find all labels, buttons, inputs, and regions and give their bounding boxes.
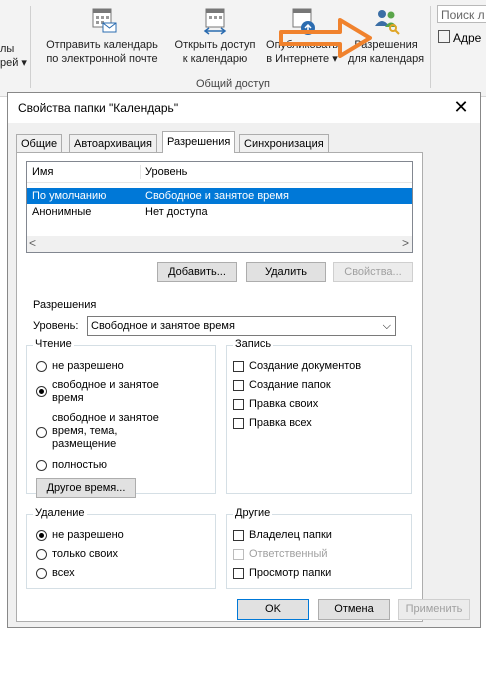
permissions-group-title: Разрешения bbox=[33, 299, 97, 311]
other-group: Другие Владелец папки Ответственный Прос… bbox=[226, 507, 412, 589]
read-full-radio[interactable] bbox=[36, 460, 47, 471]
tab-sync[interactable]: Синхронизация bbox=[239, 134, 329, 152]
folder-contact-checkbox bbox=[233, 549, 244, 560]
apply-button[interactable]: Применить bbox=[398, 599, 470, 620]
read-details-radio[interactable] bbox=[36, 427, 47, 438]
edit-all-checkbox[interactable] bbox=[233, 418, 244, 429]
delete-all-radio[interactable] bbox=[36, 568, 47, 579]
header-divider bbox=[140, 165, 141, 179]
orange-arrow-icon bbox=[279, 18, 372, 58]
permissions-panel: Имя Уровень По умолчанию Свободное и зан… bbox=[16, 152, 423, 622]
address-book-button[interactable]: Адре bbox=[438, 30, 481, 45]
list-item[interactable]: Анонимные Нет доступа bbox=[27, 204, 412, 220]
ribbon-partial-button[interactable]: лы рей ▾ bbox=[0, 42, 27, 70]
create-items-label[interactable]: Создание документов bbox=[249, 360, 361, 373]
list-item-name: По умолчанию bbox=[32, 190, 107, 202]
level-select[interactable]: Свободное и занятое время ⌵ bbox=[87, 316, 396, 336]
delete-own-radio[interactable] bbox=[36, 549, 47, 560]
ribbon-group-label: Общий доступ bbox=[196, 78, 270, 90]
delete-all-label[interactable]: всех bbox=[52, 567, 75, 580]
open-shared-label: Открыть доступ к календарю bbox=[174, 39, 256, 65]
ribbon: лы рей ▾ Отправить календарь по электрон… bbox=[0, 0, 486, 97]
horizontal-scrollbar[interactable]: < > bbox=[27, 236, 412, 252]
edit-own-label[interactable]: Правка своих bbox=[249, 398, 318, 411]
delete-none-radio[interactable] bbox=[36, 530, 47, 541]
properties-button[interactable]: Свойства... bbox=[333, 262, 413, 282]
read-none-label[interactable]: не разрешено bbox=[52, 360, 124, 373]
calendar-mail-icon bbox=[86, 6, 118, 36]
folder-properties-dialog: Свойства папки "Календарь" ✕ Общие Автоа… bbox=[7, 92, 481, 628]
open-shared-calendar-button[interactable]: Открыть доступ к календарю bbox=[168, 6, 262, 66]
read-group: Чтение не разрешено свободное и занятое … bbox=[26, 338, 216, 498]
chevron-down-icon: ⌵ bbox=[382, 320, 391, 332]
search-input[interactable]: Поиск л bbox=[437, 5, 486, 23]
share-calendar-icon bbox=[199, 6, 231, 36]
scroll-right-icon[interactable]: > bbox=[402, 236, 409, 250]
ribbon-separator bbox=[30, 6, 31, 88]
header-underline bbox=[27, 182, 412, 183]
delete-group-title: Удаление bbox=[33, 507, 87, 519]
level-label: Уровень: bbox=[33, 320, 79, 332]
edit-all-label[interactable]: Правка всех bbox=[249, 417, 312, 430]
address-book-icon bbox=[438, 30, 450, 43]
other-group-title: Другие bbox=[233, 507, 273, 519]
read-full-label[interactable]: полностью bbox=[52, 459, 107, 472]
close-icon[interactable]: ✕ bbox=[450, 97, 472, 117]
create-folders-label[interactable]: Создание папок bbox=[249, 379, 331, 392]
create-items-checkbox[interactable] bbox=[233, 361, 244, 372]
ribbon-separator bbox=[430, 6, 431, 88]
read-group-title: Чтение bbox=[33, 338, 74, 350]
level-select-value: Свободное и занятое время bbox=[91, 320, 235, 332]
delete-own-label[interactable]: только своих bbox=[52, 548, 118, 561]
scroll-left-icon[interactable]: < bbox=[29, 236, 36, 250]
send-calendar-button[interactable]: Отправить календарь по электронной почте bbox=[40, 6, 164, 66]
ok-button[interactable]: OK bbox=[237, 599, 309, 620]
list-item-name: Анонимные bbox=[32, 206, 92, 218]
tab-general[interactable]: Общие bbox=[16, 134, 63, 152]
column-header-level[interactable]: Уровень bbox=[145, 166, 187, 178]
address-book-label: Адре bbox=[453, 31, 482, 45]
dialog-titlebar: Свойства папки "Календарь" ✕ bbox=[8, 93, 480, 123]
user-list[interactable]: Имя Уровень По умолчанию Свободное и зан… bbox=[26, 161, 413, 253]
write-group-title: Запись bbox=[233, 338, 274, 350]
read-freebusy-label[interactable]: свободное и занятое время bbox=[52, 379, 159, 405]
ribbon-partial-label-1: лы bbox=[0, 43, 15, 55]
edit-own-checkbox[interactable] bbox=[233, 399, 244, 410]
tab-permissions[interactable]: Разрешения bbox=[162, 131, 236, 153]
other-time-button[interactable]: Другое время... bbox=[36, 478, 136, 498]
list-item[interactable]: По умолчанию Свободное и занятое время bbox=[27, 188, 412, 204]
add-button[interactable]: Добавить... bbox=[157, 262, 237, 282]
delete-none-label[interactable]: не разрешено bbox=[52, 529, 124, 542]
delete-group: Удаление не разрешено только своих всех bbox=[26, 507, 216, 589]
read-freebusy-radio[interactable] bbox=[36, 386, 47, 397]
read-details-label[interactable]: свободное и занятое время, тема, размеще… bbox=[52, 412, 159, 451]
column-header-name[interactable]: Имя bbox=[32, 166, 53, 178]
folder-visible-label[interactable]: Просмотр папки bbox=[249, 567, 331, 580]
write-group: Запись Создание документов Создание папо… bbox=[226, 338, 412, 494]
list-item-level: Нет доступа bbox=[145, 206, 208, 218]
ribbon-partial-label-2: рей ▾ bbox=[0, 57, 27, 69]
dialog-title: Свойства папки "Календарь" bbox=[18, 101, 179, 115]
send-calendar-label: Отправить календарь по электронной почте bbox=[46, 39, 158, 65]
folder-visible-checkbox[interactable] bbox=[233, 568, 244, 579]
folder-owner-checkbox[interactable] bbox=[233, 530, 244, 541]
cancel-button[interactable]: Отмена bbox=[318, 599, 390, 620]
read-none-radio[interactable] bbox=[36, 361, 47, 372]
remove-button[interactable]: Удалить bbox=[246, 262, 326, 282]
folder-owner-label[interactable]: Владелец папки bbox=[249, 529, 332, 542]
create-folders-checkbox[interactable] bbox=[233, 380, 244, 391]
list-item-level: Свободное и занятое время bbox=[145, 190, 289, 202]
tab-autoarchive[interactable]: Автоархивация bbox=[69, 134, 157, 152]
folder-contact-label: Ответственный bbox=[249, 548, 328, 560]
